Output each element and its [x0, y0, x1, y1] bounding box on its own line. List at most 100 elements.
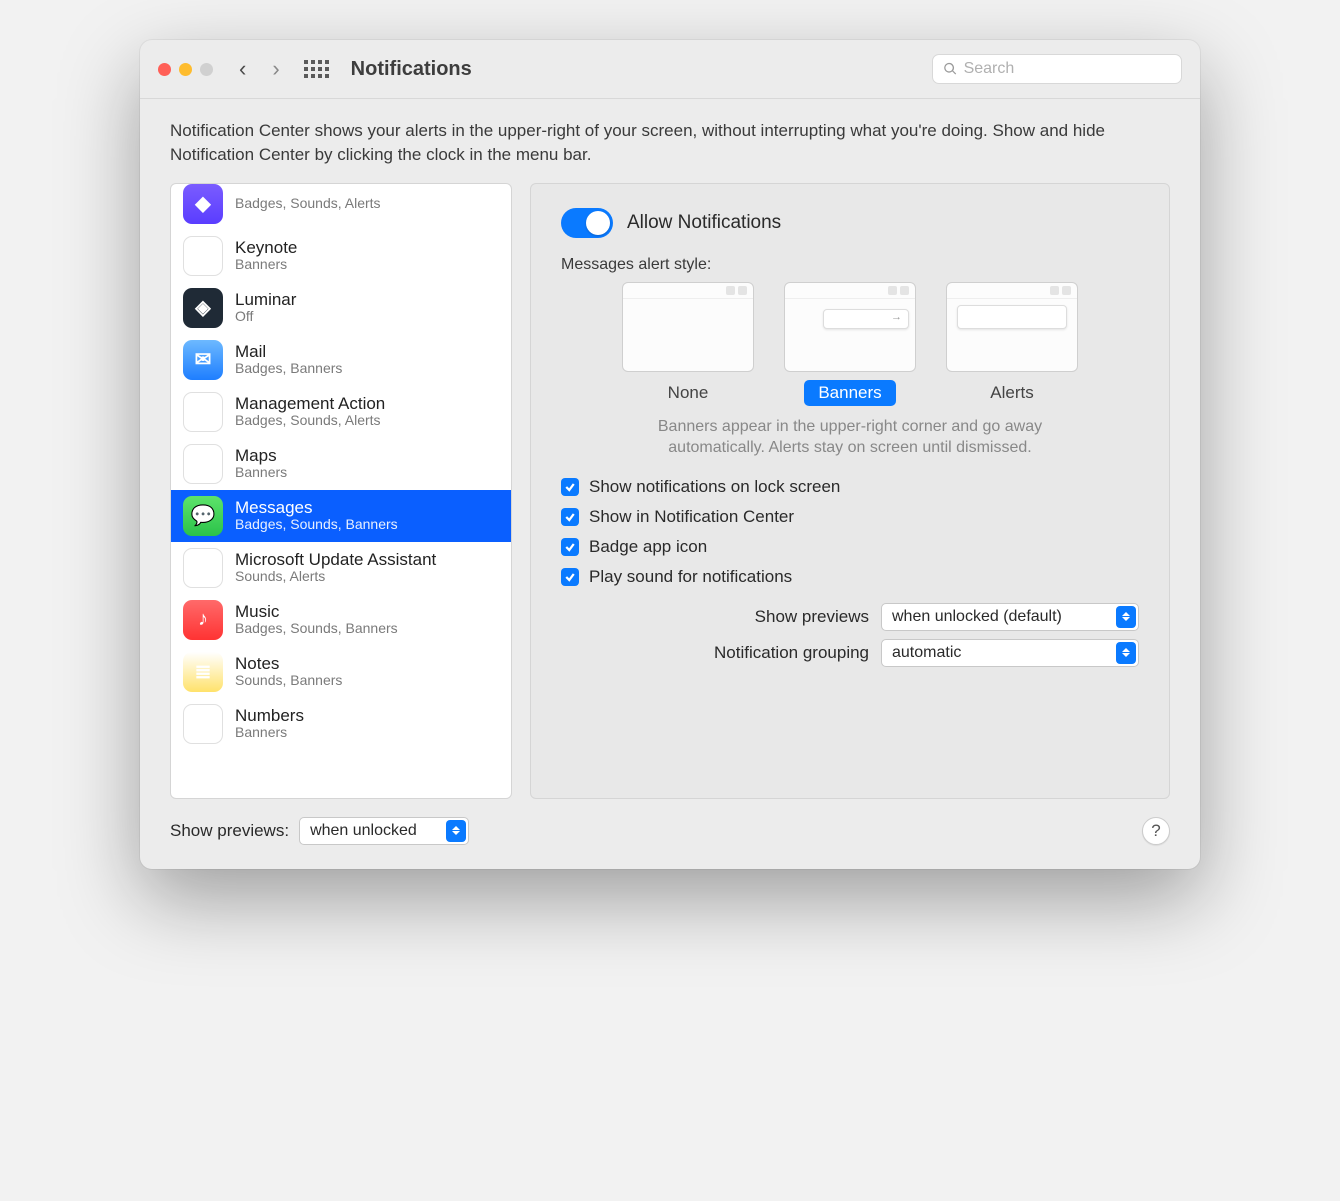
app-row-luminar[interactable]: ◈ LuminarOff [171, 282, 511, 334]
select-rows: Show previews when unlocked (default) Noti… [561, 603, 1139, 667]
app-name: Messages [235, 499, 398, 518]
alert-style-label: None [654, 380, 723, 406]
app-text: MessagesBadges, Sounds, Banners [235, 499, 398, 533]
app-subtitle: Sounds, Banners [235, 673, 342, 688]
app-name: Mail [235, 343, 342, 362]
app-subtitle: Badges, Banners [235, 361, 342, 376]
select-notification-grouping[interactable]: automatic [881, 639, 1139, 667]
select-label: Show previews [755, 607, 869, 627]
checkbox-row-3: Play sound for notifications [561, 567, 1139, 587]
app-subtitle: Badges, Sounds, Banners [235, 517, 398, 532]
pane-title: Notifications [351, 58, 472, 81]
app-name: Luminar [235, 291, 296, 310]
app-text: MailBadges, Banners [235, 343, 342, 377]
app-list[interactable]: ◆Badges, Sounds, Alerts▦KeynoteBanners◈L… [170, 183, 512, 799]
app-row-numbers[interactable]: ▦ NumbersBanners [171, 698, 511, 750]
app-row-management-action[interactable]: ✚ Management ActionBadges, Sounds, Alerts [171, 386, 511, 438]
app-row-maps[interactable]: ➤MapsBanners [171, 438, 511, 490]
app-icon: ◈ [183, 288, 223, 328]
app-icon: ♪ [183, 600, 223, 640]
search-field[interactable] [932, 54, 1182, 84]
app-text: NotesSounds, Banners [235, 655, 342, 689]
show-all-icon[interactable] [304, 60, 329, 78]
alert-style-thumb [622, 282, 754, 372]
app-icon: ✚ [183, 392, 223, 432]
app-text: NumbersBanners [235, 707, 304, 741]
app-row-notes[interactable]: ≣ NotesSounds, Banners [171, 646, 511, 698]
minimize-button[interactable] [179, 63, 192, 76]
checkbox-label: Play sound for notifications [589, 567, 792, 587]
checkbox[interactable] [561, 538, 579, 556]
checkbox-label: Show in Notification Center [589, 507, 794, 527]
checkbox-row-2: Badge app icon [561, 537, 1139, 557]
footer-left: Show previews: when unlocked [170, 817, 469, 845]
select-show-previews[interactable]: when unlocked (default) [881, 603, 1139, 631]
app-text: LuminarOff [235, 291, 296, 325]
footer-previews-value: when unlocked [310, 822, 417, 840]
app-row-mail[interactable]: ✉MailBadges, Banners [171, 334, 511, 386]
close-button[interactable] [158, 63, 171, 76]
select-row-0: Show previews when unlocked (default) [561, 603, 1139, 631]
app-subtitle: Off [235, 309, 296, 324]
alert-style-helper: Banners appear in the upper-right corner… [610, 416, 1090, 459]
app-text: KeynoteBanners [235, 239, 297, 273]
back-button[interactable]: ‹ [233, 56, 252, 82]
footer-previews-label: Show previews: [170, 821, 289, 841]
app-subtitle: Badges, Sounds, Banners [235, 621, 398, 636]
alert-style-banners[interactable]: Banners [784, 282, 916, 406]
alert-style-options: None Banners Alerts [561, 282, 1139, 406]
alert-style-thumb [946, 282, 1078, 372]
checkbox[interactable] [561, 568, 579, 586]
app-subtitle: Badges, Sounds, Alerts [235, 196, 381, 211]
alert-style-none[interactable]: None [622, 282, 754, 406]
checkbox-label: Badge app icon [589, 537, 707, 557]
app-icon: ▦ [183, 704, 223, 744]
zoom-button[interactable] [200, 63, 213, 76]
app-icon: ≣ [183, 652, 223, 692]
footer-previews-select[interactable]: when unlocked [299, 817, 469, 845]
checkbox-label: Show notifications on lock screen [589, 477, 840, 497]
app-icon: 💬 [183, 496, 223, 536]
app-icon: ▦ [183, 236, 223, 276]
preferences-window: ‹ › Notifications Notification Center sh… [140, 40, 1200, 869]
select-value: automatic [892, 644, 961, 662]
content-area: Notification Center shows your alerts in… [140, 99, 1200, 869]
app-subtitle: Banners [235, 725, 304, 740]
intro-text: Notification Center shows your alerts in… [170, 119, 1170, 167]
app-row-music[interactable]: ♪MusicBadges, Sounds, Banners [171, 594, 511, 646]
help-button[interactable]: ? [1142, 817, 1170, 845]
app-name: Maps [235, 447, 287, 466]
checkbox-group: Show notifications on lock screen Show in… [561, 477, 1139, 587]
select-row-1: Notification grouping automatic [561, 639, 1139, 667]
allow-notifications-toggle[interactable] [561, 208, 613, 238]
panes: ◆Badges, Sounds, Alerts▦KeynoteBanners◈L… [170, 183, 1170, 799]
help-icon: ? [1151, 821, 1160, 841]
checkbox-row-1: Show in Notification Center [561, 507, 1139, 527]
app-text: Badges, Sounds, Alerts [235, 196, 381, 211]
app-row-keynote[interactable]: ▦ KeynoteBanners [171, 230, 511, 282]
forward-button[interactable]: › [266, 56, 285, 82]
traffic-lights [158, 63, 213, 76]
alert-style-thumb [784, 282, 916, 372]
search-input[interactable] [964, 60, 1171, 78]
app-text: Management ActionBadges, Sounds, Alerts [235, 395, 385, 429]
alert-style-alerts[interactable]: Alerts [946, 282, 1078, 406]
checkbox[interactable] [561, 508, 579, 526]
app-subtitle: Badges, Sounds, Alerts [235, 413, 385, 428]
footer-row: Show previews: when unlocked ? [170, 817, 1170, 845]
select-label: Notification grouping [714, 643, 869, 663]
app-row-microsoft-update-assistant[interactable]: ▦Microsoft Update AssistantSounds, Alert… [171, 542, 511, 594]
checkbox-row-0: Show notifications on lock screen [561, 477, 1139, 497]
alert-style-label: Alerts [976, 380, 1047, 406]
app-subtitle: Sounds, Alerts [235, 569, 436, 584]
checkbox[interactable] [561, 478, 579, 496]
stepper-arrows-icon [1116, 642, 1136, 664]
app-row-messages[interactable]: 💬 MessagesBadges, Sounds, Banners [171, 490, 511, 542]
app-name: Keynote [235, 239, 297, 258]
app-subtitle: Banners [235, 465, 287, 480]
app-text: MapsBanners [235, 447, 287, 481]
stepper-arrows-icon [446, 820, 466, 842]
detail-pane: Allow Notifications Messages alert style… [530, 183, 1170, 799]
titlebar: ‹ › Notifications [140, 40, 1200, 99]
app-row-partial[interactable]: ◆Badges, Sounds, Alerts [171, 184, 511, 230]
